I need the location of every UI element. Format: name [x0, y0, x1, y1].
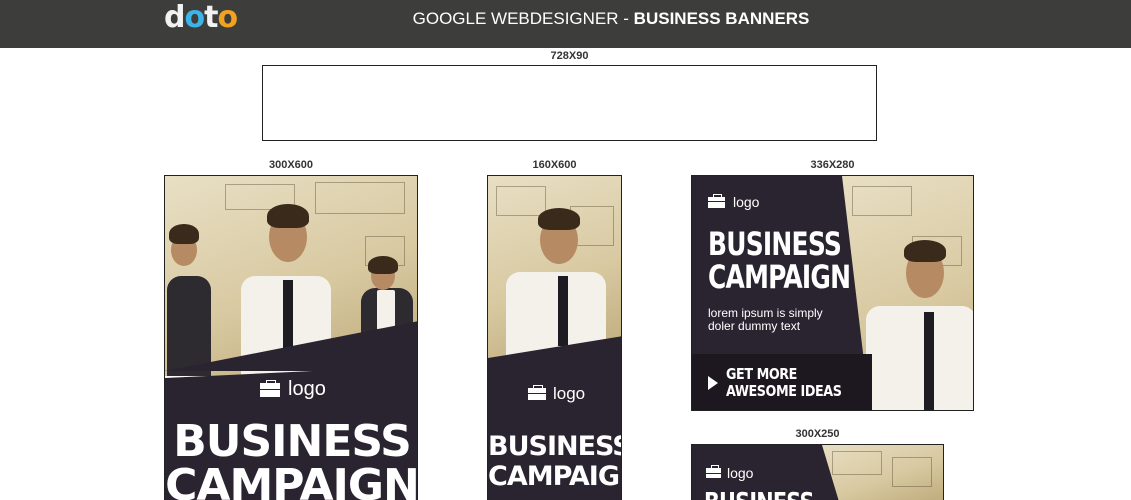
- banner-336x280: logo BUSINESS CAMPAIGN lorem ipsum is si…: [691, 175, 974, 411]
- page-title: GOOGLE WEBDESIGNER - BUSINESS BANNERS: [0, 9, 1131, 29]
- body-line-2: doler dummy text: [708, 319, 801, 333]
- banner-300x600: logo BUSINESS CAMPAIGN: [164, 175, 418, 500]
- get-more-ideas-button[interactable]: GET MORE AWESOME IDEAS: [692, 354, 872, 410]
- cta-line-2: AWESOME IDEAS: [726, 382, 842, 400]
- logo-text: logo: [288, 378, 326, 400]
- logo-text: logo: [733, 194, 760, 210]
- size-label-300x250: 300X250: [795, 428, 840, 440]
- cta-label: GET MORE AWESOME IDEAS: [726, 365, 842, 400]
- size-label-336x280: 336X280: [810, 159, 855, 171]
- cta-line-1: GET MORE: [726, 365, 797, 383]
- banner-logo: logo: [708, 193, 760, 210]
- top-bar: doto GOOGLE WEBDESIGNER - BUSINESS BANNE…: [0, 0, 1131, 48]
- page-title-bold: BUSINESS BANNERS: [633, 9, 810, 28]
- banner-300x250: logo BUSINESS: [691, 444, 944, 500]
- banner-logo: logo: [260, 378, 326, 401]
- briefcase-icon: [708, 193, 725, 208]
- briefcase-icon: [706, 465, 721, 478]
- formula-scribble: [315, 182, 405, 214]
- headline-line-2: CAMPAIGN: [708, 258, 851, 296]
- headline: BUSINESS CAMPAIGN: [165, 416, 418, 500]
- banner-logo: logo: [706, 465, 753, 481]
- briefcase-icon: [260, 379, 280, 397]
- banner-logo: logo: [528, 384, 585, 404]
- logo-text: logo: [553, 384, 586, 403]
- briefcase-icon: [528, 385, 546, 400]
- headline-line-2: CAMPAIGN: [488, 461, 621, 492]
- play-arrow-icon: [708, 376, 718, 390]
- headline-line-1: BUSINESS: [173, 416, 412, 467]
- size-label-728x90: 728X90: [550, 50, 589, 62]
- size-label-160x600: 160X600: [532, 159, 577, 171]
- formula-scribble: [852, 186, 912, 216]
- headline: BUSINESS CAMPAIGN: [488, 431, 622, 492]
- banner-728x90-slot: [262, 65, 877, 141]
- headline: BUSINESS: [704, 489, 815, 500]
- headline: BUSINESS CAMPAIGN: [708, 225, 851, 296]
- formula-scribble: [496, 186, 546, 216]
- formula-scribble: [892, 457, 932, 487]
- banner-photo: [488, 176, 621, 366]
- headline-line-2: CAMPAIGN: [165, 460, 418, 500]
- formula-scribble: [832, 451, 882, 475]
- size-label-300x600: 300X600: [268, 159, 314, 171]
- headline-line-1: BUSINESS: [488, 431, 622, 462]
- logo-text: logo: [727, 465, 754, 481]
- headline-line-1: BUSINESS: [708, 225, 842, 263]
- body-text: lorem ipsum is simply doler dummy text: [708, 307, 823, 333]
- page-title-prefix: GOOGLE WEBDESIGNER -: [412, 9, 634, 28]
- headline-line-1: BUSINESS: [704, 489, 815, 500]
- banner-160x600: logo BUSINESS CAMPAIGN: [487, 175, 622, 500]
